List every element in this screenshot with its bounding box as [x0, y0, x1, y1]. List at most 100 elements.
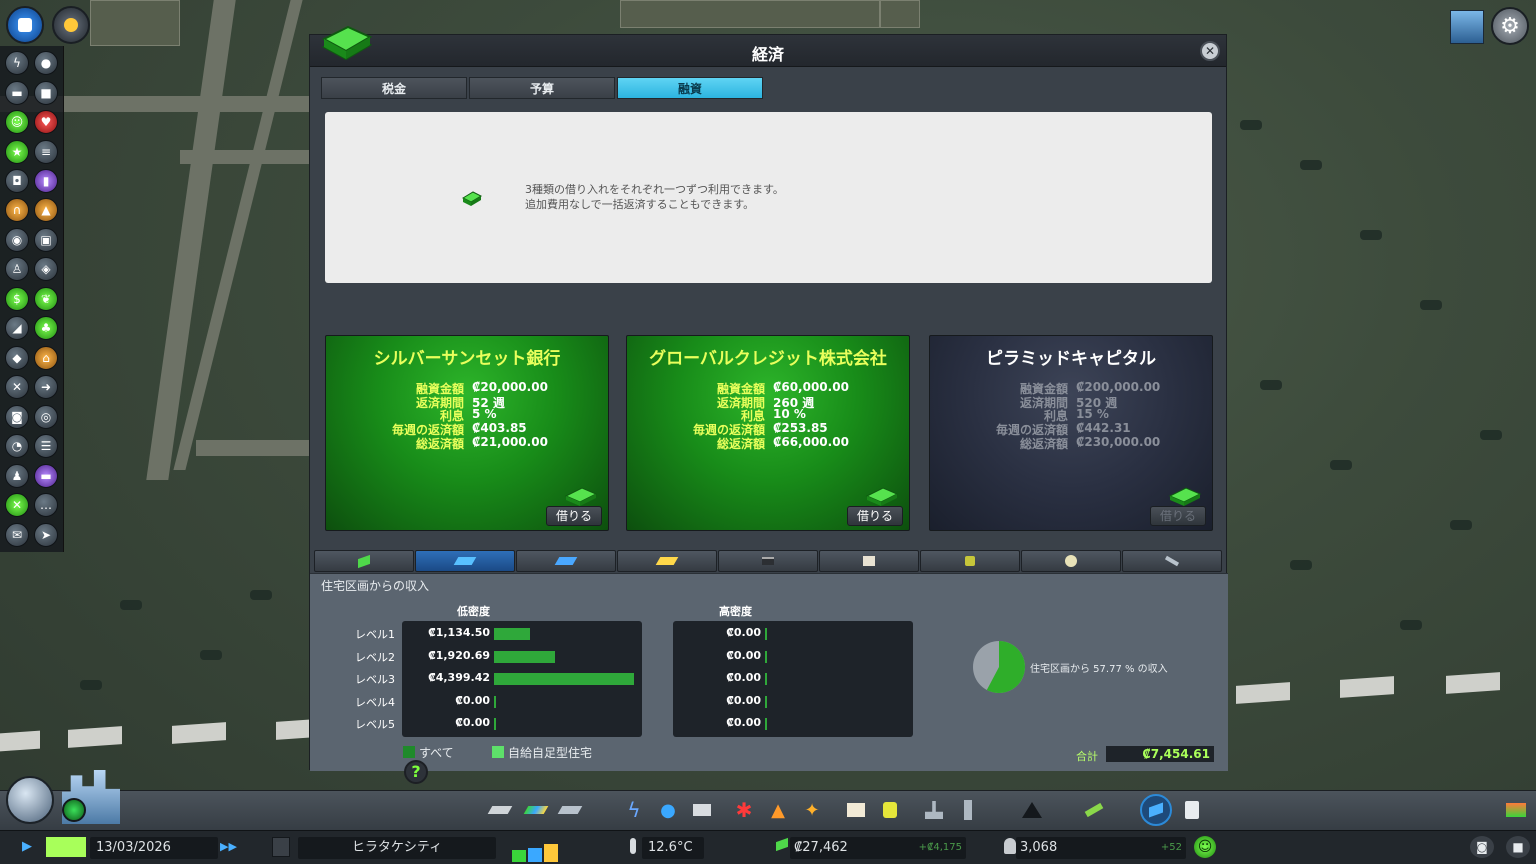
free-camera-button[interactable]: ■	[1506, 836, 1530, 858]
education-info-button[interactable]: ◈	[34, 257, 58, 281]
mail-info-button[interactable]: ✉	[5, 523, 29, 547]
borrow-button[interactable]: 借りる	[546, 506, 602, 526]
money-icon	[461, 191, 483, 206]
tab-budget[interactable]: 予算	[469, 77, 615, 99]
electricity-info-button[interactable]: ϟ	[5, 51, 29, 75]
more-info-button[interactable]: …	[34, 493, 58, 517]
bus-icon: ▣	[40, 233, 52, 247]
population-info-button[interactable]: ♙	[5, 257, 29, 281]
ground-info-button[interactable]: ◢	[5, 316, 29, 340]
borrow-button[interactable]: 借りる	[847, 506, 903, 526]
loan-interest-value: 5 %	[472, 407, 497, 421]
resources-info-button[interactable]: ❦	[34, 287, 58, 311]
heating-info-button[interactable]: ⌂	[34, 346, 58, 370]
economy-button[interactable]	[1140, 794, 1172, 826]
money-value: ₡27,462	[794, 840, 848, 855]
fire-info-button[interactable]: ▲	[34, 198, 58, 222]
population-display: 3,068 +52	[1016, 837, 1186, 859]
info-views-button[interactable]	[272, 837, 290, 857]
income-tab-industry[interactable]	[718, 550, 818, 572]
low-density-header: 低密度	[457, 605, 490, 618]
city-name[interactable]: ヒラタケシティ	[298, 837, 496, 859]
income-tab-resources[interactable]	[1122, 550, 1222, 572]
speed-button[interactable]: ▶▶	[220, 838, 246, 856]
money-display: ₡27,462 +₡4,175	[790, 837, 966, 859]
garbage-button[interactable]	[690, 798, 714, 822]
close-button[interactable]: ✕	[1200, 41, 1220, 61]
traffic-info-button[interactable]: ◘	[5, 169, 29, 193]
loan-card-title: シルバーサンセット銀行	[373, 349, 561, 369]
snapshot-info-button[interactable]: ◙	[5, 405, 29, 429]
income-tab-transport[interactable]	[920, 550, 1020, 572]
wonders-button[interactable]	[1020, 798, 1044, 822]
wind-info-button[interactable]: ≡	[34, 140, 58, 164]
high-density-bar	[765, 673, 767, 685]
helmet-icon: ▲	[41, 203, 51, 217]
income-tab-tourism[interactable]	[1021, 550, 1121, 572]
globe-button[interactable]	[6, 776, 54, 824]
crime-info-button[interactable]: ◉	[5, 228, 29, 252]
water-info-button[interactable]: ●	[34, 51, 58, 75]
dollar-icon: $	[13, 292, 21, 306]
route-info-button[interactable]: ➜	[34, 375, 58, 399]
garbage-info-button[interactable]: ▬	[5, 81, 29, 105]
fish-info-button[interactable]: ➤	[34, 523, 58, 547]
building-info-button[interactable]: ■	[34, 81, 58, 105]
fish-icon: ➤	[40, 528, 52, 542]
transport-info-button[interactable]: ▣	[34, 228, 58, 252]
policies-button[interactable]	[1180, 798, 1204, 822]
education-button[interactable]	[844, 798, 868, 822]
noise-info-button[interactable]: ∩	[5, 198, 29, 222]
tools-info-button[interactable]: ✕	[5, 493, 29, 517]
road-icon	[487, 806, 513, 814]
loan-weekly-value: ₡442.31	[1076, 421, 1131, 435]
fire-button[interactable]: ▲	[766, 798, 790, 822]
police-button[interactable]: ✦	[800, 798, 824, 822]
terrain-info-button[interactable]: ◆	[5, 346, 29, 370]
tab-taxes[interactable]: 税金	[321, 77, 467, 99]
settings-button[interactable]: ⚙	[1491, 7, 1529, 45]
income-tab-residential[interactable]	[415, 550, 515, 572]
transport-button[interactable]	[878, 798, 902, 822]
income-tab-commercial[interactable]	[516, 550, 616, 572]
list-info-button[interactable]: ☰	[34, 434, 58, 458]
monuments-button[interactable]	[956, 798, 980, 822]
landscaping-button[interactable]	[1082, 798, 1106, 822]
clock-info-button[interactable]: ◔	[5, 434, 29, 458]
commercial-icon	[554, 557, 578, 565]
zoning-button[interactable]	[523, 798, 549, 822]
play-button[interactable]: ▶	[22, 838, 42, 856]
economy-info-button[interactable]: $	[5, 287, 29, 311]
books-stack-icon	[1506, 803, 1526, 817]
happiness-info-button[interactable]: ☺	[5, 110, 29, 134]
road-tools-button[interactable]	[487, 798, 513, 822]
radio-info-button[interactable]: ◎	[34, 405, 58, 429]
trees-info-button[interactable]: ♣	[34, 316, 58, 340]
healthcare-button[interactable]: ✱	[732, 798, 756, 822]
income-tab-office[interactable]	[617, 550, 717, 572]
income-tab-overview[interactable]	[314, 550, 414, 572]
pollution-info-button[interactable]: ▮	[34, 169, 58, 193]
loan-total-value: ₡21,000.00	[472, 435, 548, 449]
electricity-button[interactable]: ϟ	[622, 798, 646, 822]
tours-info-button[interactable]: ▬	[34, 464, 58, 488]
landvalue-info-button[interactable]: ★	[5, 140, 29, 164]
income-tab-education[interactable]	[819, 550, 919, 572]
milestone-button[interactable]	[62, 798, 86, 822]
bulldozer-button[interactable]	[52, 6, 90, 44]
loan-total-label: 総返済額	[716, 437, 765, 451]
unlock-button[interactable]	[1504, 798, 1528, 822]
zoning-menu-button[interactable]	[6, 6, 44, 44]
income-share-pie	[973, 641, 1025, 693]
screenshot-button[interactable]: ◙	[1470, 836, 1494, 858]
help-button[interactable]: ?	[404, 760, 428, 784]
maintenance-info-button[interactable]: ✕	[5, 375, 29, 399]
beautification-button[interactable]	[922, 798, 946, 822]
water-button[interactable]: ●	[656, 798, 680, 822]
tab-loans[interactable]: 融資	[617, 77, 763, 99]
district-button[interactable]	[557, 798, 583, 822]
health-info-button[interactable]: ♥	[34, 110, 58, 134]
police-info-button[interactable]: ♟	[5, 464, 29, 488]
industrial-demand-bar	[544, 844, 558, 862]
demand-meter	[510, 832, 562, 862]
